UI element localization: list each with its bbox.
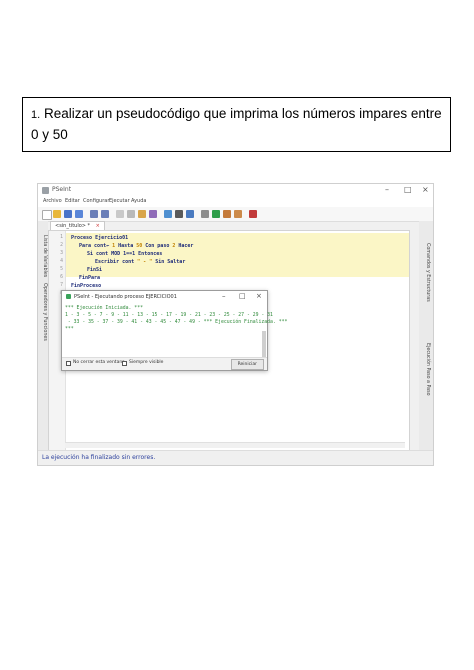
- task-number: 1.: [31, 109, 41, 121]
- cut-icon[interactable]: [116, 210, 124, 218]
- line-number: 6: [60, 275, 63, 280]
- step-by-step-panel-label[interactable]: Ejecución Paso a Paso: [425, 343, 430, 396]
- always-visible-label: Siempre visible: [129, 360, 164, 365]
- task-box: 1. Realizar un pseudocódigo que imprima …: [22, 97, 451, 152]
- dialog-footer: No cerrar esta ventana Siempre visible R…: [62, 357, 267, 370]
- menu-archivo[interactable]: Archivo: [43, 198, 62, 204]
- maximize-icon[interactable]: □: [404, 185, 412, 194]
- copy-icon[interactable]: [127, 210, 135, 218]
- right-panel-strip: Comandos y Estructuras Ejecución Paso a …: [419, 221, 433, 451]
- help-icon[interactable]: [249, 210, 257, 218]
- code-line-1: Proceso Ejercicio01: [71, 235, 129, 241]
- search-icon[interactable]: [164, 210, 172, 218]
- tab-close-icon[interactable]: ×: [96, 223, 100, 229]
- code-token: Hasta: [115, 243, 137, 249]
- line-number: 3: [60, 251, 63, 256]
- execution-dialog: PSeInt - Ejecutando proceso EJERCICIO01 …: [61, 290, 287, 371]
- code-token: Hacer: [175, 243, 194, 249]
- keep-open-label: No cerrar esta ventana: [73, 360, 125, 365]
- left-panel-strip: Lista de Variables Operadores y Funcione…: [38, 221, 48, 451]
- redo-icon[interactable]: [101, 210, 109, 218]
- step-icon[interactable]: [223, 210, 231, 218]
- always-visible-checkbox[interactable]: [122, 361, 127, 366]
- run-icon: [66, 294, 71, 299]
- status-text: La ejecución ha finalizado sin errores.: [42, 454, 156, 461]
- status-bar: La ejecución ha finalizado sin errores.: [38, 450, 433, 465]
- line-number: 4: [60, 259, 63, 264]
- menu-configurar[interactable]: Configurar: [83, 198, 109, 204]
- new-file-icon[interactable]: [42, 210, 52, 220]
- code-line-6: FinPara: [79, 275, 101, 281]
- format-icon[interactable]: [201, 210, 209, 218]
- open-folder-icon[interactable]: [53, 210, 61, 218]
- code-line-5: FinSi: [87, 267, 103, 273]
- console-line: - 33 - 35 - 37 - 39 - 41 - 43 - 45 - 47 …: [65, 320, 288, 325]
- close-icon[interactable]: ×: [256, 292, 262, 300]
- code-token: Escribir cont: [95, 259, 138, 265]
- line-number: 5: [60, 267, 63, 272]
- operators-panel-label[interactable]: Operadores y Funciones: [42, 283, 47, 341]
- code-line-3: Si cont MOD 1==1 Entonces: [87, 251, 163, 257]
- console-line: *** Ejecución Iniciada. ***: [65, 306, 143, 311]
- menu-editar[interactable]: Editar: [65, 198, 80, 204]
- vertical-scrollbar[interactable]: [262, 331, 266, 357]
- save-icon[interactable]: [64, 210, 72, 218]
- menu-ejecutar[interactable]: Ejecutar: [109, 198, 130, 204]
- app-title: PSeInt: [52, 186, 72, 193]
- code-line-4: Escribir cont " - " Sin Saltar: [95, 259, 185, 265]
- line-number: 1: [60, 235, 63, 240]
- save-as-icon[interactable]: [75, 210, 83, 218]
- keep-open-checkbox[interactable]: [66, 361, 71, 366]
- replace-icon[interactable]: [186, 210, 194, 218]
- flowchart-icon[interactable]: [234, 210, 242, 218]
- menu-ayuda[interactable]: Ayuda: [131, 198, 146, 204]
- console-output[interactable]: *** Ejecución Iniciada. *** 1 - 3 - 5 - …: [65, 305, 287, 360]
- code-token: Sin Saltar: [152, 259, 186, 265]
- paste-icon[interactable]: [138, 210, 146, 218]
- task-text: Realizar un pseudocódigo que imprima los…: [31, 106, 442, 142]
- undo-icon[interactable]: [90, 210, 98, 218]
- indent-icon[interactable]: [149, 210, 157, 218]
- menu-bar: Archivo Editar Configurar Ejecutar Ayuda: [38, 198, 433, 207]
- tab-label: <sin_titulo> *: [55, 223, 91, 229]
- code-line-2: Para cont← 1 Hasta 50 Con paso 2 Hacer: [79, 243, 193, 249]
- minimize-icon[interactable]: –: [222, 292, 226, 300]
- toolbar: [38, 207, 433, 222]
- line-number: 2: [60, 243, 63, 248]
- find-next-icon[interactable]: [175, 210, 183, 218]
- close-icon[interactable]: ×: [422, 185, 429, 194]
- code-token: Para cont←: [79, 243, 113, 249]
- title-bar: PSeInt – □ ×: [38, 184, 433, 198]
- code-line-7: FinProceso: [71, 283, 102, 289]
- restart-button[interactable]: Reiniciar: [230, 359, 264, 370]
- code-string: " - ": [137, 259, 153, 265]
- console-line: 1 - 3 - 5 - 7 - 9 - 11 - 13 - 15 - 17 - …: [65, 313, 273, 318]
- console-line: ***: [65, 327, 74, 332]
- commands-panel-label[interactable]: Comandos y Estructuras: [425, 243, 430, 302]
- line-number: 7: [60, 283, 63, 288]
- code-token: Con paso: [142, 243, 173, 249]
- app-icon: [42, 187, 49, 194]
- tab-bar: <sin_titulo> * ×: [48, 221, 408, 231]
- run-icon[interactable]: [212, 210, 220, 218]
- variables-panel-label[interactable]: Lista de Variables: [42, 235, 47, 277]
- dialog-title: PSeInt - Ejecutando proceso EJERCICIO01: [74, 294, 177, 300]
- minimize-icon[interactable]: –: [385, 185, 389, 194]
- maximize-icon[interactable]: □: [239, 292, 246, 300]
- horizontal-scrollbar[interactable]: [65, 442, 405, 448]
